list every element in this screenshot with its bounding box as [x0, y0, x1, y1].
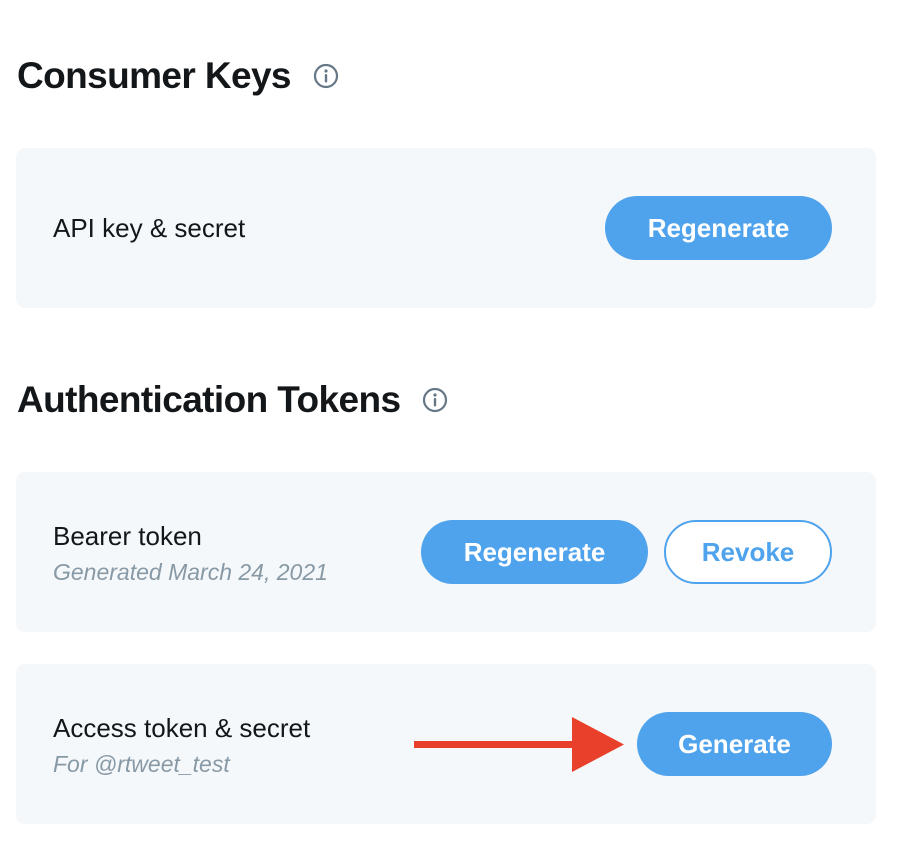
access-token-account: For @rtweet_test	[53, 751, 230, 777]
consumer-keys-heading: Consumer Keys	[17, 57, 339, 94]
bearer-token-regenerate-button[interactable]: Regenerate	[421, 520, 648, 584]
access-token-label: Access token & secret	[53, 713, 311, 743]
consumer-keys-title: Consumer Keys	[17, 55, 292, 96]
bearer-token-revoke-button[interactable]: Revoke	[664, 520, 832, 584]
info-icon[interactable]	[422, 387, 448, 413]
api-key-label: API key & secret	[53, 213, 246, 243]
authentication-tokens-heading: Authentication Tokens	[17, 381, 448, 418]
bearer-token-generated-date: Generated March 24, 2021	[53, 559, 328, 585]
info-icon[interactable]	[313, 63, 339, 89]
authentication-tokens-title: Authentication Tokens	[17, 379, 401, 420]
api-key-regenerate-button[interactable]: Regenerate	[605, 196, 832, 260]
access-token-generate-button[interactable]: Generate	[637, 712, 832, 776]
arrow-right-icon	[414, 717, 624, 772]
bearer-token-card: Bearer token Generated March 24, 2021 Re…	[16, 472, 876, 632]
bearer-token-label: Bearer token	[53, 521, 202, 551]
api-key-card: API key & secret Regenerate	[16, 148, 876, 308]
